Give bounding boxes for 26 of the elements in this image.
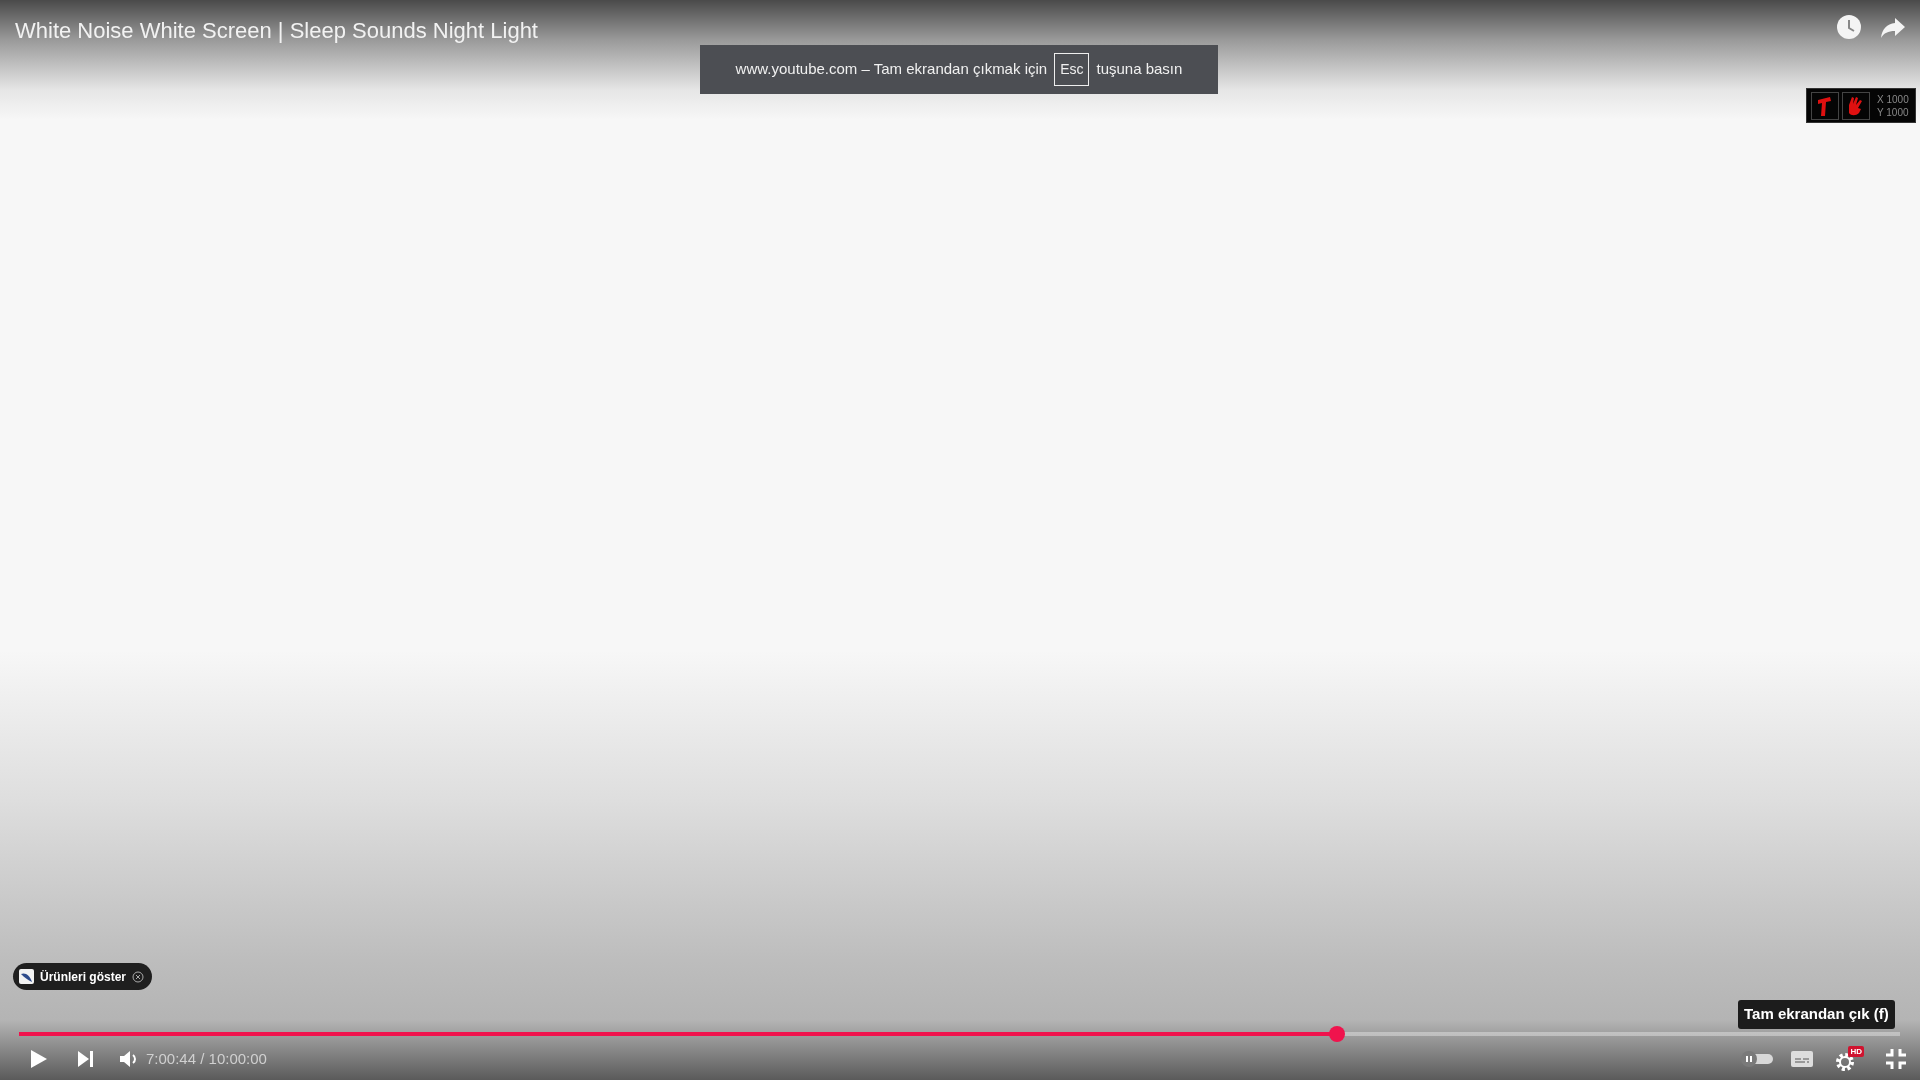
- autoplay-toggle[interactable]: [1741, 1051, 1773, 1067]
- progress-thumb[interactable]: [1329, 1026, 1345, 1042]
- exit-fullscreen-icon: [1886, 1049, 1906, 1069]
- next-button[interactable]: [78, 1051, 94, 1067]
- product-icon: [19, 969, 34, 984]
- watch-later-button[interactable]: [1836, 14, 1862, 40]
- exit-fullscreen-button[interactable]: [1886, 1049, 1906, 1069]
- close-icon[interactable]: [132, 970, 144, 983]
- video-title[interactable]: White Noise White Screen | Sleep Sounds Night Light: [15, 14, 538, 47]
- tooltip: Tam ekrandan çık (f): [1738, 1000, 1895, 1029]
- coordinate-text: X 1000: [1877, 92, 1909, 106]
- toggle-icon: [1741, 1051, 1773, 1067]
- notice-text: tuşuna basın: [1096, 59, 1183, 80]
- subtitles-icon: [1791, 1051, 1813, 1067]
- clock-icon: [1836, 14, 1862, 40]
- play-button[interactable]: [30, 1049, 48, 1069]
- notice-text: www.youtube.com – Tam ekrandan çıkmak için: [735, 59, 1048, 80]
- settings-button[interactable]: HD: [1835, 1046, 1864, 1072]
- time-display: 7:00:44 / 10:00:00: [146, 1048, 267, 1069]
- key-label: Esc: [1054, 53, 1090, 86]
- products-chip[interactable]: Ürünleri göster: [13, 963, 152, 990]
- coordinate-text: Y 1000: [1877, 105, 1909, 119]
- gear-icon: [1835, 1052, 1855, 1072]
- quality-badge: HD: [1848, 1046, 1864, 1057]
- next-icon: [78, 1051, 94, 1067]
- play-icon: [30, 1049, 48, 1069]
